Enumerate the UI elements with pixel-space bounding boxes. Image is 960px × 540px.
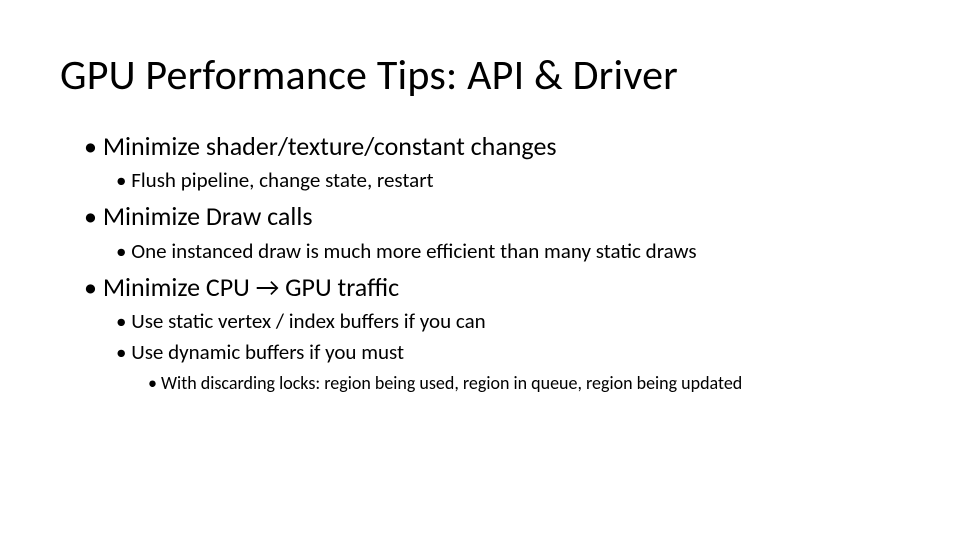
bullet-l1: Minimize Draw calls	[60, 199, 900, 234]
bullet-l1: Minimize shader/texture/constant changes	[60, 129, 900, 164]
bullet-l3: With discarding locks: region being used…	[60, 370, 900, 396]
bullet-block-2: Minimize CPU → GPU traffic Use static ve…	[60, 270, 900, 396]
bullet-l1: Minimize CPU → GPU traffic	[60, 270, 900, 305]
slide: GPU Performance Tips: API & Driver Minim…	[0, 0, 960, 540]
bullet-l2: Use dynamic buffers if you must	[60, 338, 900, 367]
bullet-l2: One instanced draw is much more efficien…	[60, 237, 900, 266]
slide-title: GPU Performance Tips: API & Driver	[60, 50, 900, 101]
bullet-block-1: Minimize Draw calls One instanced draw i…	[60, 199, 900, 265]
bullet-l2: Use static vertex / index buffers if you…	[60, 307, 900, 336]
bullet-block-0: Minimize shader/texture/constant changes…	[60, 129, 900, 195]
bullet-l2: Flush pipeline, change state, restart	[60, 166, 900, 195]
